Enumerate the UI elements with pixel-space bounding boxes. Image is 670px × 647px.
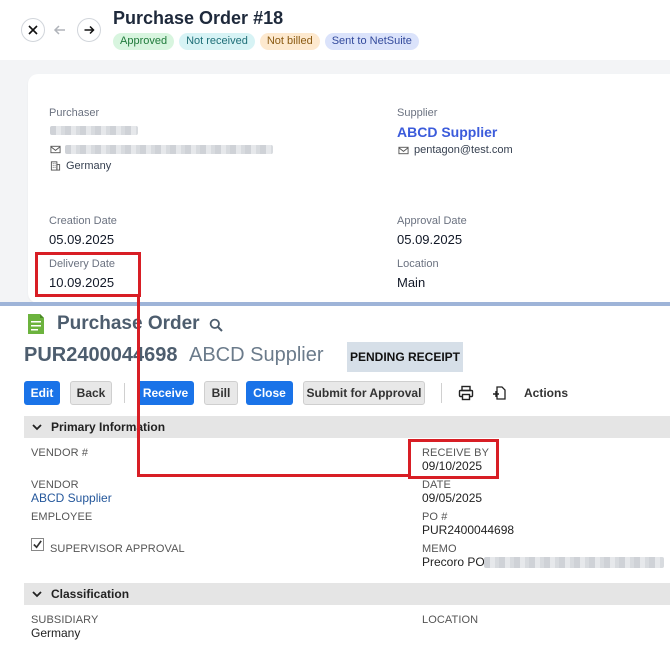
subsidiary-label: SUBSIDIARY [31,614,99,626]
annotation-connector-horizontal [137,474,409,477]
arrow-right-icon [84,25,95,35]
attach-icon[interactable] [492,385,508,401]
receive-button[interactable]: Receive [137,381,194,405]
po-number-value: PUR2400044698 [422,523,515,537]
date-label: DATE [422,479,451,491]
supplier-label: Supplier [397,107,438,119]
record-type-title: Purchase Order [57,313,200,334]
mail-icon [398,146,409,155]
supplier-email: pentagon@test.com [414,144,513,156]
check-icon [33,540,42,549]
back-button[interactable]: Back [70,381,112,405]
annotation-connector-vertical [137,296,140,477]
vendor-link[interactable]: ABCD Supplier [31,491,112,505]
supervisor-approval-label: SUPERVISOR APPROVAL [50,543,185,555]
employee-label: EMPLOYEE [31,511,93,523]
toolbar-separator [124,383,125,403]
chevron-down-icon [32,591,42,598]
actions-menu[interactable]: Actions [524,386,568,400]
submit-for-approval-button[interactable]: Submit for Approval [303,381,425,405]
document-icon [28,314,44,334]
print-icon[interactable] [458,385,474,401]
subsidiary-value: Germany [31,626,81,640]
po-number-label: PO # [422,511,448,523]
status-badge-not-received: Not received [179,33,255,50]
record-vendor-title: ABCD Supplier [189,344,324,366]
bill-button[interactable]: Bill [204,381,238,405]
creation-date-label: Creation Date [49,215,117,227]
memo-value: Precoro PO# [422,555,492,569]
po-header: Purchase Order #18 Approved Not received… [0,0,670,60]
purchaser-name-redacted [50,126,138,135]
purchaser-country: Germany [66,160,112,172]
close-button[interactable] [21,18,45,42]
primary-information-section[interactable]: Primary Information [24,416,670,438]
mail-icon [50,145,61,154]
location-label: Location [397,258,439,270]
page-title: Purchase Order #18 [113,8,284,28]
supervisor-approval-checkbox[interactable] [31,538,44,551]
vendor-label: VENDOR [31,479,79,491]
memo-label: MEMO [422,543,457,555]
prev-button[interactable] [52,22,68,38]
vendor-number-label: VENDOR # [31,447,89,459]
status-badge-approved: Approved [113,33,175,50]
memo-redacted [484,557,664,568]
record-number: PUR2400044698 [24,344,178,366]
supplier-link[interactable]: ABCD Supplier [397,124,497,140]
delivery-date-highlight [35,252,141,297]
status-badge-not-billed: Not billed [259,33,320,50]
section-title: Primary Information [51,420,166,434]
date-value: 09/05/2025 [422,491,483,505]
approval-date-value: 05.09.2025 [397,232,463,247]
location-value: Main [397,275,426,290]
purchaser-email-redacted [65,145,273,154]
arrow-left-icon [53,25,65,35]
close-icon [28,25,38,35]
status-badge-netsuite: Sent to NetSuite [324,33,419,50]
close-record-button[interactable]: Close [246,381,293,405]
approval-date-label: Approval Date [397,215,467,227]
section-title: Classification [51,587,130,601]
next-button[interactable] [77,18,101,42]
classification-section[interactable]: Classification [24,583,670,605]
search-icon[interactable] [209,318,223,332]
edit-button[interactable]: Edit [24,381,60,405]
status-badge: PENDING RECEIPT [347,342,463,372]
screenshot-divider [0,302,670,306]
chevron-down-icon [32,424,42,431]
purchaser-label: Purchaser [49,107,100,119]
receive-by-highlight [408,439,499,479]
toolbar-separator [441,383,442,403]
location-field-label: LOCATION [422,614,479,626]
building-icon [50,161,61,171]
status-badges: Approved Not received Not billed Sent to… [113,33,419,50]
creation-date-value: 05.09.2025 [49,232,115,247]
